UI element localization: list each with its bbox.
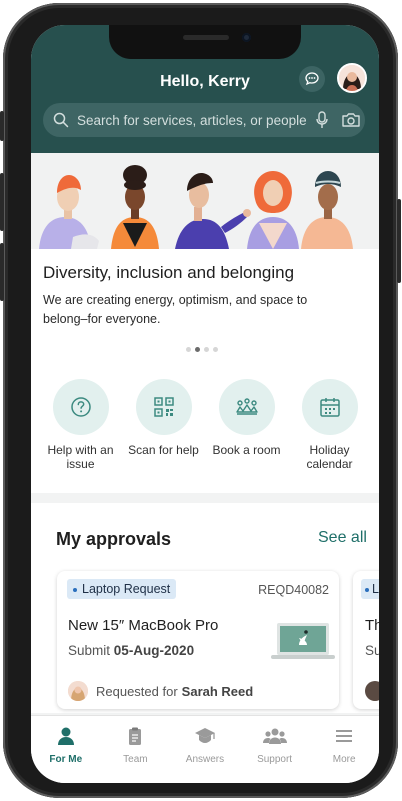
tab-label: Team — [123, 754, 148, 765]
menu-icon — [336, 730, 353, 742]
tab-team[interactable]: Team — [101, 716, 171, 783]
book-a-room-button[interactable]: Book a room — [209, 379, 285, 471]
bottom-tab-bar: For Me Team Answers Support More — [31, 715, 379, 783]
carousel-dot[interactable] — [204, 347, 209, 352]
notch — [109, 25, 301, 59]
search-icon — [53, 112, 69, 128]
room-icon — [235, 398, 258, 415]
qr-code-icon — [153, 397, 174, 417]
submit-date-value: 05-Aug-2020 — [113, 643, 195, 658]
approval-card-peek[interactable]: L Th Su — [353, 571, 379, 709]
tab-more[interactable]: More — [309, 716, 379, 783]
hero-description: We are creating energy, optimism, and sp… — [43, 293, 308, 326]
tab-label: Support — [257, 754, 293, 765]
diversity-illustration[interactable] — [31, 153, 379, 249]
action-label: Holiday calendar — [306, 443, 353, 471]
approvals-section: My approvals See all Laptop Request REQD… — [31, 503, 379, 713]
laptop-icon — [271, 623, 335, 659]
tab-label: For Me — [49, 754, 83, 765]
peek-avatar — [365, 681, 379, 701]
request-id: REQD40082 — [258, 583, 329, 597]
carousel-indicator[interactable] — [186, 347, 218, 352]
microphone-icon[interactable] — [315, 111, 329, 129]
graduation-cap-icon — [194, 728, 215, 743]
carousel-dot-active[interactable] — [195, 347, 200, 352]
chat-icon — [305, 72, 319, 86]
tab-label: More — [332, 754, 356, 765]
peek-title: Th — [365, 617, 379, 634]
mute-switch — [0, 111, 4, 141]
search-input[interactable] — [75, 111, 309, 129]
clipboard-icon — [129, 727, 142, 745]
hero-section: Diversity, inclusion and belonging We ar… — [31, 153, 379, 493]
requested-name: Sarah Reed — [181, 683, 254, 699]
bullet-dot — [73, 587, 77, 592]
peek-badge: L — [361, 579, 379, 599]
requester-portrait — [68, 681, 88, 701]
search-bar[interactable] — [43, 103, 365, 137]
action-icon-circle — [301, 379, 358, 435]
calendar-icon — [319, 398, 340, 417]
people-illustration — [31, 153, 379, 249]
quick-actions: Help with an issue Scan for help Book a … — [31, 379, 379, 471]
question-icon — [70, 397, 91, 417]
scan-for-help-button[interactable]: Scan for help — [126, 379, 202, 471]
camera-icon[interactable] — [341, 112, 361, 128]
request-title: New 15″ MacBook Pro — [68, 617, 219, 634]
tab-answers[interactable]: Answers — [170, 716, 240, 783]
submit-label: Submit — [68, 643, 111, 658]
speaker — [183, 35, 229, 40]
holiday-calendar-button[interactable]: Holiday calendar — [292, 379, 368, 471]
tab-label: Answers — [185, 754, 225, 765]
carousel-dot[interactable] — [213, 347, 218, 352]
greeting: Hello, Kerry — [160, 73, 250, 90]
carousel-dot[interactable] — [186, 347, 191, 352]
people-icon — [262, 728, 287, 744]
badge-label: Laptop Request — [82, 582, 171, 596]
approval-card[interactable]: Laptop Request REQD40082 New 15″ MacBook… — [57, 571, 339, 709]
submit-date: Submit 05-Aug-2020 — [68, 643, 194, 658]
action-label: Help with an issue — [47, 443, 114, 471]
action-label: Scan for help — [128, 443, 199, 457]
phone-frame: Hello, Kerry Search for services, articl… — [0, 3, 401, 798]
screen: Hello, Kerry Search for services, articl… — [31, 25, 379, 783]
chat-button[interactable] — [299, 66, 325, 92]
power-button — [397, 199, 401, 283]
person-icon — [57, 727, 74, 745]
see-all-link[interactable]: See all — [318, 529, 367, 547]
bullet-dot — [365, 587, 369, 592]
hero-title: Diversity, inclusion and belonging — [43, 263, 295, 282]
action-label: Book a room — [212, 443, 281, 457]
help-with-issue-button[interactable]: Help with an issue — [43, 379, 119, 471]
profile-avatar[interactable] — [337, 63, 367, 93]
requested-label: Requested for — [96, 683, 178, 699]
peek-badge-label: L — [372, 582, 379, 596]
approvals-title: My approvals — [56, 529, 172, 549]
action-icon-circle — [218, 379, 275, 435]
avatar-portrait — [339, 65, 365, 91]
camera — [242, 33, 251, 42]
volume-up-button — [0, 173, 4, 231]
requested-for: Requested for Sarah Reed — [68, 681, 253, 701]
tab-support[interactable]: Support — [240, 716, 310, 783]
action-icon-circle — [135, 379, 192, 435]
peek-subtitle: Su — [365, 643, 379, 658]
action-icon-circle — [52, 379, 109, 435]
tab-for-me[interactable]: For Me — [31, 716, 101, 783]
requester-avatar — [68, 681, 88, 701]
volume-down-button — [0, 243, 4, 301]
request-type-badge: Laptop Request — [67, 579, 177, 599]
